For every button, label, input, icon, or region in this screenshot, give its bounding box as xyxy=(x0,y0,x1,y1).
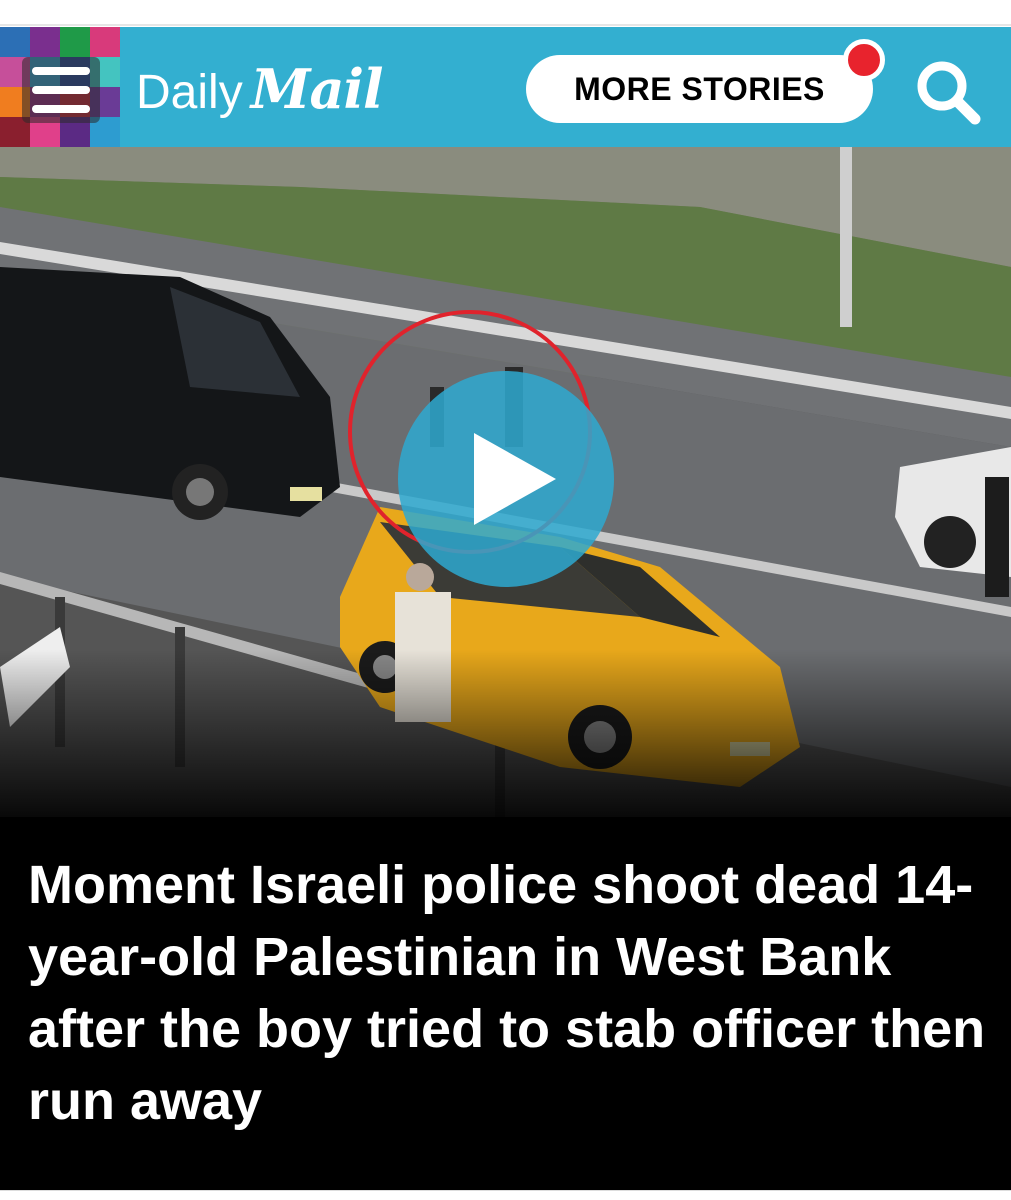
video-player[interactable] xyxy=(0,147,1011,817)
play-icon[interactable] xyxy=(398,371,614,587)
more-stories-button[interactable]: MORE STORIES xyxy=(526,55,873,123)
logo-daily: Daily xyxy=(136,66,243,119)
notification-dot xyxy=(843,39,885,81)
hamburger-menu-icon[interactable] xyxy=(32,67,90,113)
page-bottom-edge xyxy=(0,1190,1011,1200)
masthead: Daily Mail MORE STORIES xyxy=(0,27,1011,147)
article-header: Moment Israeli police shoot dead 14-year… xyxy=(0,817,1011,1200)
search-icon[interactable] xyxy=(913,57,985,129)
daily-mail-logo[interactable]: Daily Mail xyxy=(136,57,383,121)
menu-mosaic[interactable] xyxy=(0,27,120,147)
logo-mail: Mail xyxy=(250,57,384,121)
browser-top-edge xyxy=(0,0,1011,26)
article-headline[interactable]: Moment Israeli police shoot dead 14-year… xyxy=(28,849,988,1137)
